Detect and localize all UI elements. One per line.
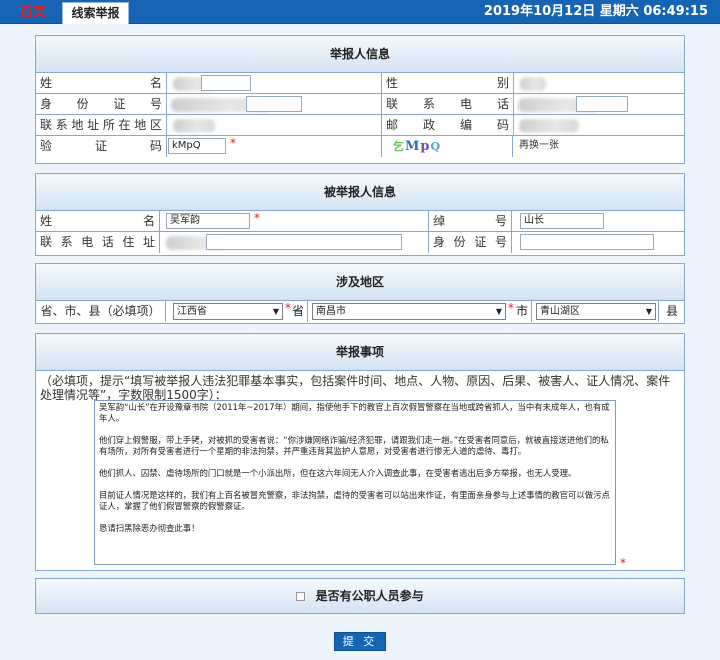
dropdown-arrow-icon: ▼ <box>272 307 279 316</box>
region-title: 涉及地区 <box>36 264 684 301</box>
reporter-id-input[interactable] <box>246 96 302 112</box>
province-select[interactable]: 江西省 ▼ <box>173 303 283 320</box>
report-paragraph: 吴军韵“山长”在开设豫章书院（2011年~2017年）期间，指使他手下的教官上百… <box>99 402 610 423</box>
redacted-address <box>173 119 215 133</box>
redacted-gender <box>520 77 546 91</box>
captcha-required-mark: * <box>230 136 236 150</box>
report-matter-section: 举报事项 （必填项，提示“填写被举报人违法犯罪基本事实，包括案件时间、地点、人物… <box>35 333 685 571</box>
report-paragraph: 他们抓人、囚禁、虐待场所的门口就是一个小派出所，但在这六年间无人介入调查此事，在… <box>99 468 577 478</box>
report-paragraph: 恳请扫黑除恶办彻查此事！ <box>99 523 200 533</box>
civil-servant-checkbox[interactable] <box>296 592 306 601</box>
county-select[interactable]: 青山湖区 ▼ <box>536 303 656 320</box>
report-paragraph: 他们穿上假警服，带上手铐，对被抓的受害者说：“你涉嫌网络诈骗/经济犯罪，请跟我们… <box>99 435 609 456</box>
dropdown-arrow-icon: ▼ <box>645 307 652 316</box>
captcha-divider <box>381 136 382 157</box>
reported-contact-input[interactable] <box>206 234 402 250</box>
datetime-display: 2019年10月12日 星期六 06:49:15 <box>483 4 708 19</box>
report-paragraph: 目前证人情况是这样的，我们有上百名被冒充警察，非法拘禁，虐待的受害者可以站出来作… <box>99 490 610 511</box>
reporter-info-title: 举报人信息 <box>36 36 684 73</box>
civil-servant-label: 是否有公职人员参与 <box>315 589 424 603</box>
captcha-char: M <box>405 139 421 154</box>
region-divider-2 <box>531 301 532 322</box>
captcha-char: 乞 <box>393 140 405 153</box>
report-content-required-mark: * <box>620 556 626 570</box>
city-select[interactable]: 南昌市 ▼ <box>312 303 506 320</box>
tab-home[interactable]: 首页 <box>10 4 56 21</box>
county-value: 青山湖区 <box>540 306 580 317</box>
city-value: 南昌市 <box>316 306 346 317</box>
province-required-mark: * <box>285 301 291 315</box>
region-section: 涉及地区 省、市、县（必填项） 江西省 ▼ * 省 南昌市 ▼ * 市 青山湖区… <box>35 263 685 324</box>
reporter-row-captcha: 验 证 码 kMpQ * 乞MpQ 再换一张 <box>36 136 684 157</box>
dropdown-arrow-icon: ▼ <box>495 307 502 316</box>
reporter-row-id: 身 份 证 号 联 系 电 话 <box>36 94 684 115</box>
report-matter-hint: （必填项，提示“填写被举报人违法犯罪基本事实，包括案件时间、地点、人物、原因、后… <box>40 374 671 402</box>
tab-clue-report[interactable]: 线索举报 <box>62 2 129 24</box>
reporter-address-label: 联系地址所在地区 <box>36 115 167 136</box>
reported-info-title: 被举报人信息 <box>36 174 684 211</box>
region-divider-1 <box>307 301 308 322</box>
reported-row-contact: 联系电话住址 身份证号 <box>36 232 684 253</box>
reported-name-label: 姓 名 <box>36 211 160 232</box>
region-row: 省、市、县（必填项） 江西省 ▼ * 省 南昌市 ▼ * 市 青山湖区 ▼ 县 <box>36 301 684 323</box>
province-value: 江西省 <box>177 306 207 317</box>
reporter-phone-input[interactable] <box>576 96 628 112</box>
reported-name-required-mark: * <box>254 211 260 225</box>
reported-info-section: 被举报人信息 姓 名 吴军韵 * 绰 号 山长 联系电话住址 身份证号 <box>35 173 685 256</box>
reported-nickname-input[interactable]: 山长 <box>520 213 604 229</box>
reporter-row-address: 联系地址所在地区 邮 政 编 码 <box>36 115 684 136</box>
redacted-postcode <box>519 119 579 133</box>
county-suffix: 县 <box>666 304 679 318</box>
refresh-captcha-link[interactable]: 再换一张 <box>519 136 559 156</box>
city-required-mark: * <box>508 301 514 315</box>
region-label: 省、市、县（必填项） <box>36 301 166 322</box>
reporter-postcode-label: 邮 政 编 码 <box>381 115 514 136</box>
report-matter-title: 举报事项 <box>36 334 684 371</box>
top-bar: 首页 线索举报 2019年10月12日 星期六 06:49:15 <box>0 0 720 24</box>
submit-button[interactable]: 提 交 <box>334 632 386 651</box>
reported-contact-label: 联系电话住址 <box>36 232 160 253</box>
captcha-image[interactable]: 乞MpQ <box>393 138 443 155</box>
province-suffix: 省 <box>292 304 305 318</box>
reported-row-name: 姓 名 吴军韵 * 绰 号 山长 <box>36 211 684 232</box>
captcha-divider-2 <box>512 136 513 157</box>
reporter-row-name: 姓 名 性 别 <box>36 73 684 94</box>
captcha-label: 验 证 码 <box>36 136 167 157</box>
reported-nickname-label: 绰 号 <box>428 211 512 232</box>
captcha-input[interactable]: kMpQ <box>168 138 226 154</box>
reported-name-input[interactable]: 吴军韵 <box>166 213 250 229</box>
reporter-gender-label: 性 别 <box>381 73 514 94</box>
reported-id-label: 身份证号 <box>428 232 512 253</box>
reporter-info-section: 举报人信息 姓 名 性 别 身 份 证 号 联 系 电 话 联系地址所在地区 邮… <box>35 35 685 164</box>
civil-servant-section: 是否有公职人员参与 <box>35 578 685 614</box>
captcha-char: p <box>420 139 431 154</box>
region-divider-3 <box>658 301 659 322</box>
civil-servant-row: 是否有公职人员参与 <box>36 579 684 613</box>
city-suffix: 市 <box>516 304 529 318</box>
reporter-name-label: 姓 名 <box>36 73 167 94</box>
reported-id-input[interactable] <box>520 234 654 250</box>
reporter-name-input[interactable] <box>201 75 251 91</box>
reporter-phone-label: 联 系 电 话 <box>381 94 514 115</box>
report-content-textarea[interactable]: 吴军韵“山长”在开设豫章书院（2011年~2017年）期间，指使他手下的教官上百… <box>94 400 616 565</box>
captcha-char: Q <box>430 140 442 153</box>
reporter-id-label: 身 份 证 号 <box>36 94 167 115</box>
